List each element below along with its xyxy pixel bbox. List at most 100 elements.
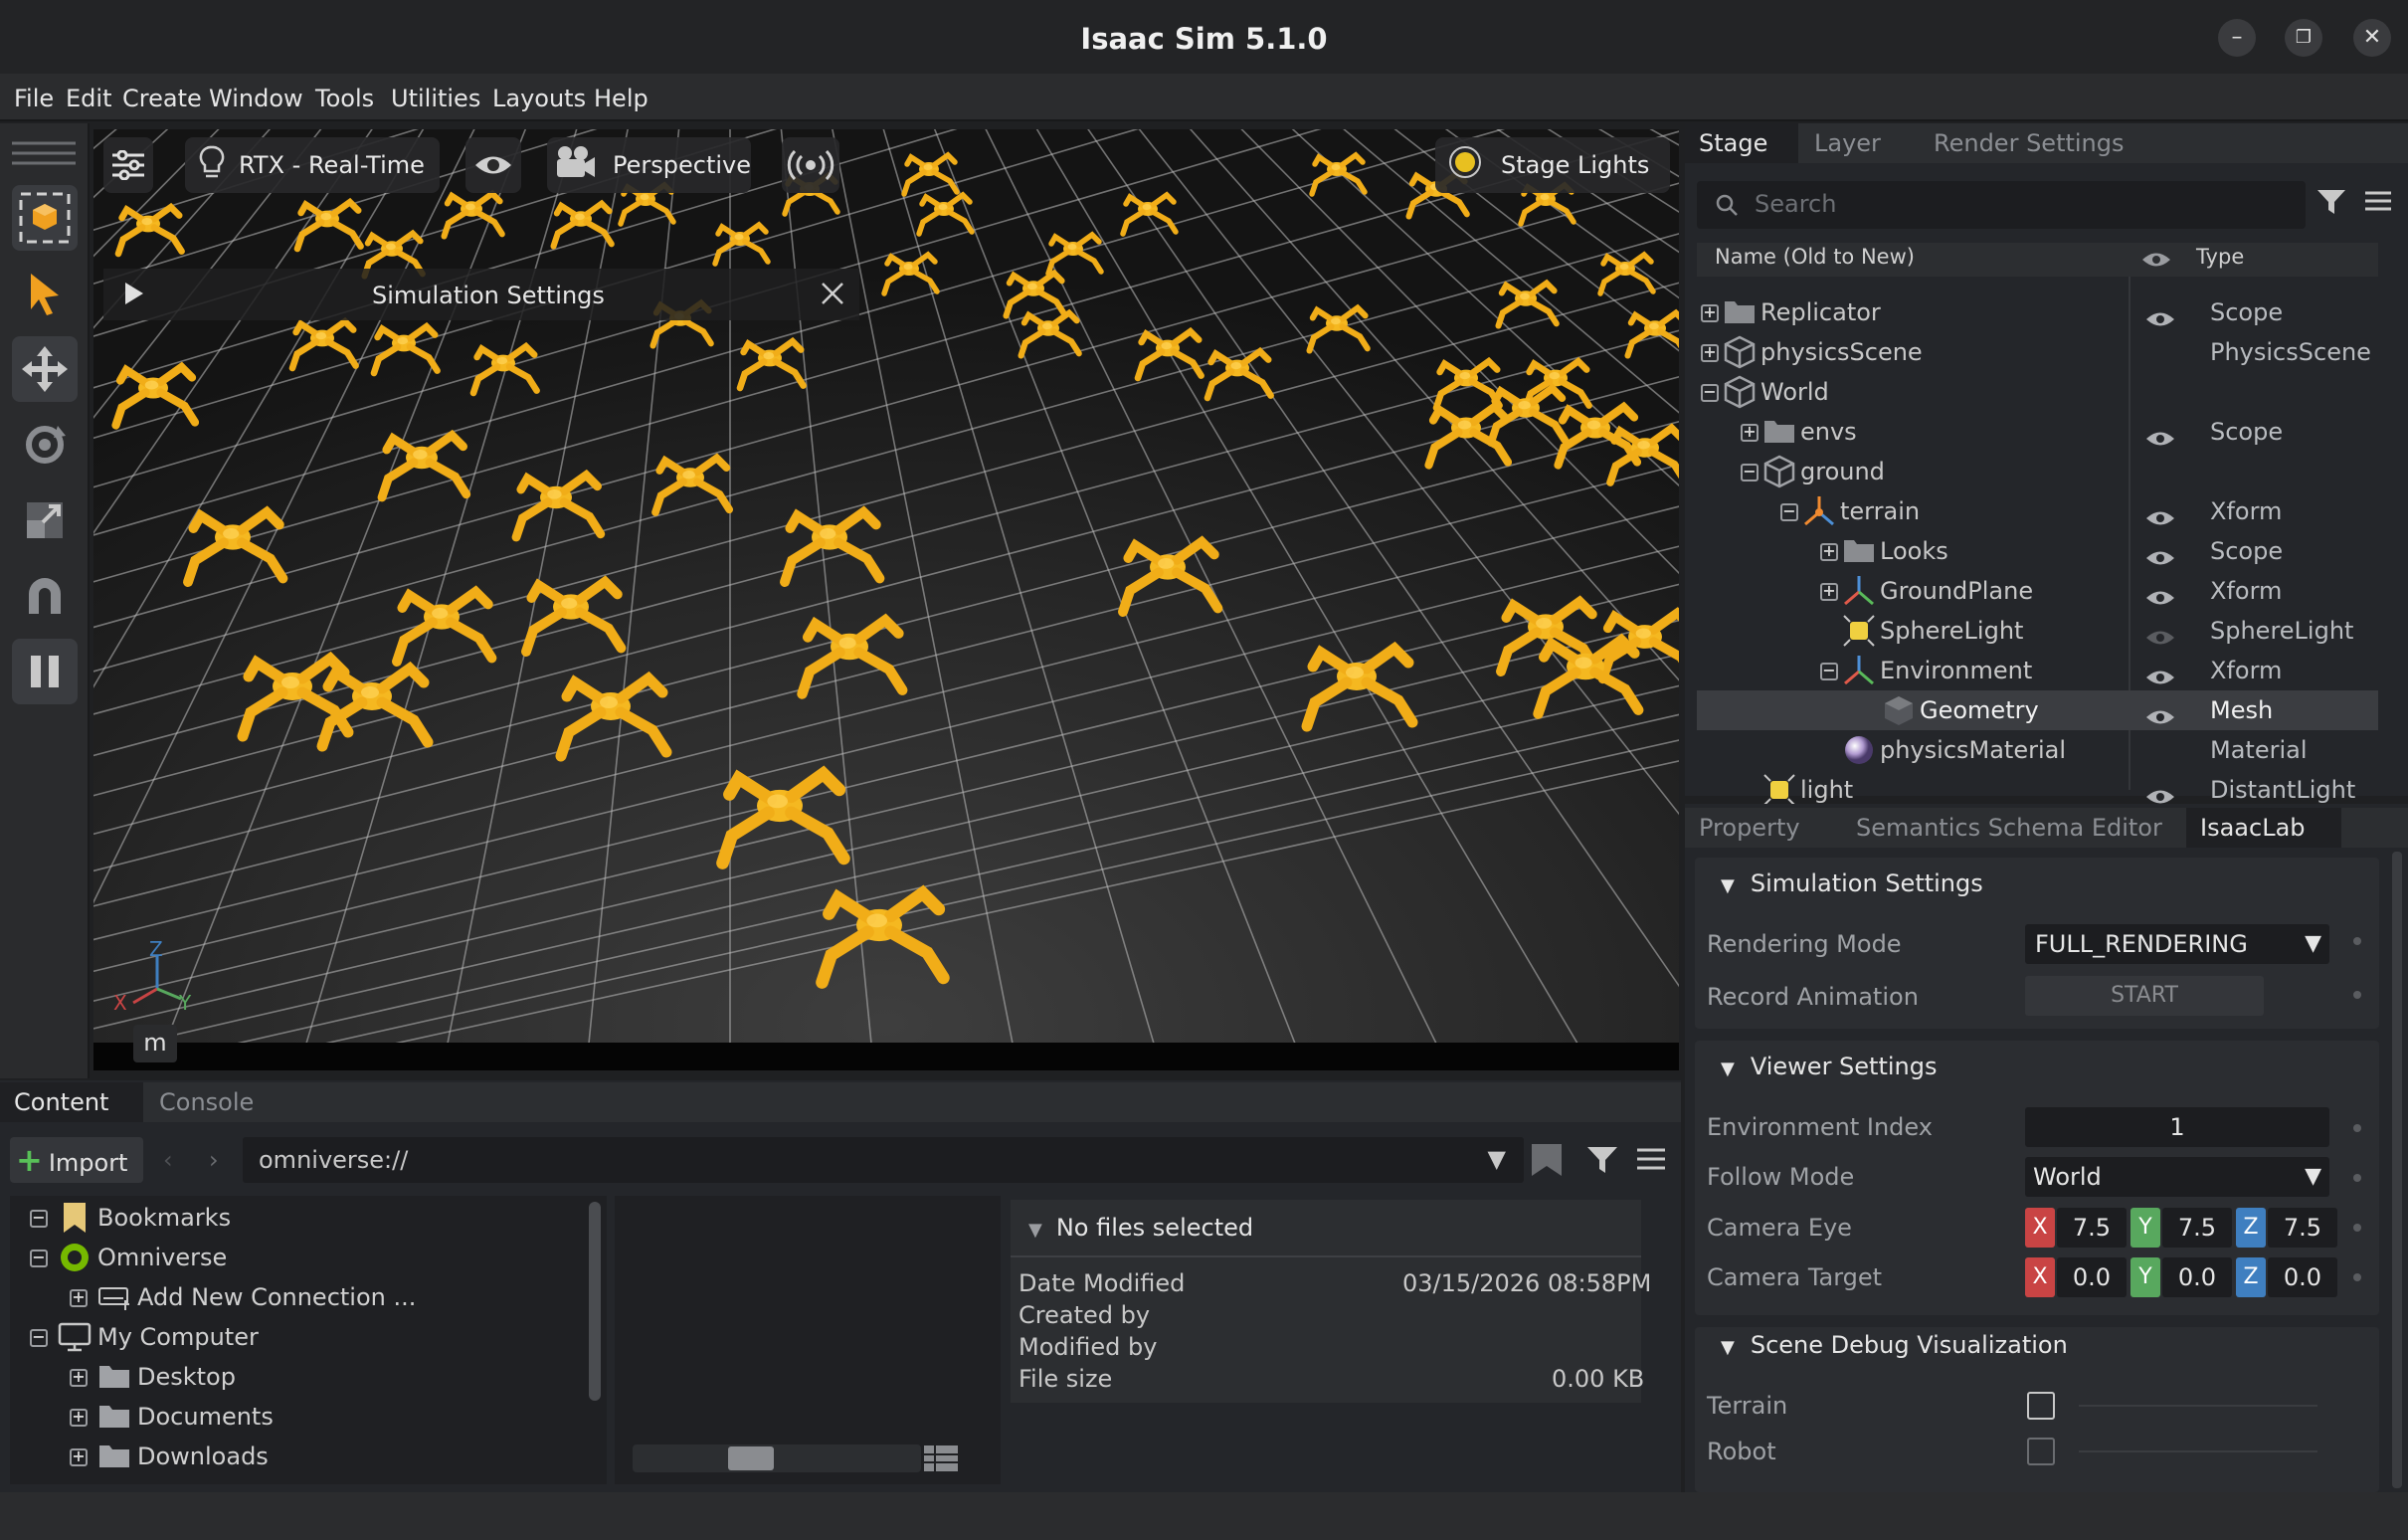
column-type-header[interactable]: Type xyxy=(2196,245,2244,269)
simulation-settings-header[interactable]: ▼ Simulation Settings xyxy=(1721,869,1983,897)
stage-tree-row[interactable]: − terrain Xform xyxy=(1697,491,2378,531)
stage-tree-row[interactable]: + physicsScene PhysicsScene xyxy=(1697,332,2378,372)
expand-toggle-icon[interactable]: + xyxy=(1820,543,1838,561)
thumbnail-size-slider[interactable] xyxy=(633,1444,921,1472)
reset-dot-icon[interactable] xyxy=(2353,1273,2361,1281)
expand-toggle-icon[interactable]: + xyxy=(70,1448,88,1466)
pause-icon[interactable] xyxy=(12,639,78,704)
expand-toggle-icon[interactable]: + xyxy=(1741,424,1759,442)
reset-dot-icon[interactable] xyxy=(2353,937,2361,945)
reset-dot-icon[interactable] xyxy=(2353,1224,2361,1232)
minimize-button[interactable]: – xyxy=(2218,19,2256,57)
expand-toggle-icon[interactable]: − xyxy=(30,1210,48,1228)
stage-tree-row[interactable]: SphereLight SphereLight xyxy=(1697,611,2378,651)
tab-content[interactable]: Content xyxy=(0,1082,143,1122)
tab-semantics-schema-editor[interactable]: Semantics Schema Editor xyxy=(1842,808,2184,848)
stage-tree-row[interactable]: − World xyxy=(1697,372,2378,412)
menu-icon[interactable] xyxy=(2363,187,2393,219)
tab-property[interactable]: Property xyxy=(1685,808,1840,848)
expand-toggle-icon[interactable]: + xyxy=(1701,344,1719,362)
menu-file[interactable]: File xyxy=(14,84,54,113)
menu-window[interactable]: Window xyxy=(209,84,303,113)
expand-toggle-icon[interactable]: − xyxy=(1780,503,1798,521)
stage-search-input[interactable]: Search xyxy=(1697,181,2306,229)
renderer-selector[interactable]: RTX - Real-Time xyxy=(185,137,440,193)
dropdown-arrow-icon[interactable]: ▼ xyxy=(1488,1145,1506,1173)
filter-icon[interactable] xyxy=(1585,1144,1619,1180)
expand-toggle-icon[interactable]: − xyxy=(30,1250,48,1267)
environment-index-field[interactable]: 1 xyxy=(2025,1107,2329,1147)
close-button[interactable]: ✕ xyxy=(2353,19,2391,57)
content-tree-item[interactable]: + Documents xyxy=(10,1397,587,1437)
lights-selector[interactable]: Stage Lights xyxy=(1435,137,1670,193)
grid-view-icon[interactable] xyxy=(923,1444,959,1476)
move-tool-icon[interactable] xyxy=(12,336,78,402)
content-tree-item[interactable]: + Downloads xyxy=(10,1437,587,1476)
expand-toggle-icon[interactable]: + xyxy=(1701,304,1719,322)
viewer-settings-header[interactable]: ▼ Viewer Settings xyxy=(1721,1053,1938,1080)
stage-tree-row[interactable]: + Replicator Scope xyxy=(1697,292,2378,332)
menu-create[interactable]: Create xyxy=(122,84,202,113)
content-tree-item[interactable]: − Omniverse xyxy=(10,1238,587,1277)
stage-tree-row[interactable]: + envs Scope xyxy=(1697,412,2378,452)
restore-button[interactable]: ❐ xyxy=(2285,19,2322,57)
expand-toggle-icon[interactable]: + xyxy=(70,1289,88,1307)
content-tree-item[interactable]: + Desktop xyxy=(10,1357,587,1397)
menu-layouts[interactable]: Layouts xyxy=(492,84,586,113)
column-name-header[interactable]: Name (Old to New) xyxy=(1715,245,1915,269)
stage-tree-row[interactable]: physicsMaterial Material xyxy=(1697,730,2378,770)
tab-console[interactable]: Console xyxy=(145,1082,284,1122)
stage-tree-row[interactable]: + GroundPlane Xform xyxy=(1697,571,2378,611)
content-tree-item[interactable]: − Bookmarks xyxy=(10,1198,587,1238)
expand-toggle-icon[interactable]: − xyxy=(1701,384,1719,402)
scale-tool-icon[interactable] xyxy=(12,487,78,553)
menu-utilities[interactable]: Utilities xyxy=(391,84,480,113)
rotate-tool-icon[interactable] xyxy=(12,412,78,478)
play-icon[interactable] xyxy=(123,281,145,310)
select-mode-icon[interactable] xyxy=(12,185,78,251)
follow-mode-dropdown[interactable]: World ▼ xyxy=(2025,1157,2329,1197)
tab-render-settings[interactable]: Render Settings xyxy=(1920,123,2158,163)
stage-tree-row[interactable]: Geometry Mesh xyxy=(1697,690,2378,730)
reset-dot-icon[interactable] xyxy=(2353,1124,2361,1132)
record-start-button[interactable]: START xyxy=(2025,976,2264,1016)
path-input[interactable]: omniverse:// ▼ xyxy=(243,1137,1524,1183)
camera-target-field[interactable]: 0.0 xyxy=(2057,1257,2127,1297)
tab-isaaclab[interactable]: IsaacLab xyxy=(2186,808,2341,848)
menu-icon[interactable] xyxy=(1635,1144,1667,1178)
robot-debug-checkbox[interactable] xyxy=(2027,1438,2055,1465)
viewport-settings-icon[interactable] xyxy=(103,137,153,193)
rendering-mode-dropdown[interactable]: FULL_RENDERING ▼ xyxy=(2025,924,2329,964)
content-tree-item[interactable]: − My Computer xyxy=(10,1317,587,1357)
pointer-select-icon[interactable] xyxy=(12,261,78,326)
forward-arrow-icon[interactable]: › xyxy=(209,1146,219,1174)
snap-magnet-icon[interactable] xyxy=(12,563,78,629)
expand-toggle-icon[interactable]: + xyxy=(70,1369,88,1387)
bookmark-add-icon[interactable] xyxy=(1530,1142,1564,1182)
import-button[interactable]: + Import xyxy=(10,1137,143,1183)
menu-edit[interactable]: Edit xyxy=(66,84,111,113)
stage-tree-row[interactable]: − ground xyxy=(1697,452,2378,491)
stage-tree-row[interactable]: − Environment Xform xyxy=(1697,651,2378,690)
camera-target-field[interactable]: 0.0 xyxy=(2268,1257,2337,1297)
expand-toggle-icon[interactable]: − xyxy=(1820,663,1838,680)
tree-scrollbar[interactable] xyxy=(589,1202,601,1401)
content-tree-item[interactable]: + Add New Connection ... xyxy=(10,1277,587,1317)
menu-tools[interactable]: Tools xyxy=(315,84,374,113)
property-scrollbar[interactable] xyxy=(2392,852,2402,1488)
menu-help[interactable]: Help xyxy=(594,84,648,113)
back-arrow-icon[interactable]: ‹ xyxy=(163,1146,173,1174)
terrain-debug-checkbox[interactable] xyxy=(2027,1392,2055,1420)
camera-target-field[interactable]: 0.0 xyxy=(2162,1257,2232,1297)
reset-dot-icon[interactable] xyxy=(2353,991,2361,999)
expand-toggle-icon[interactable]: − xyxy=(1741,464,1759,481)
slider-handle[interactable] xyxy=(728,1446,774,1470)
filter-icon[interactable] xyxy=(2315,187,2347,221)
stage-tree-row[interactable]: + Looks Scope xyxy=(1697,531,2378,571)
close-icon[interactable] xyxy=(820,281,845,310)
expand-toggle-icon[interactable]: + xyxy=(70,1409,88,1427)
broadcast-icon[interactable] xyxy=(782,137,839,193)
expand-toggle-icon[interactable]: − xyxy=(30,1329,48,1347)
tab-stage[interactable]: Stage xyxy=(1685,123,1798,163)
camera-eye-field[interactable]: 7.5 xyxy=(2162,1208,2232,1248)
